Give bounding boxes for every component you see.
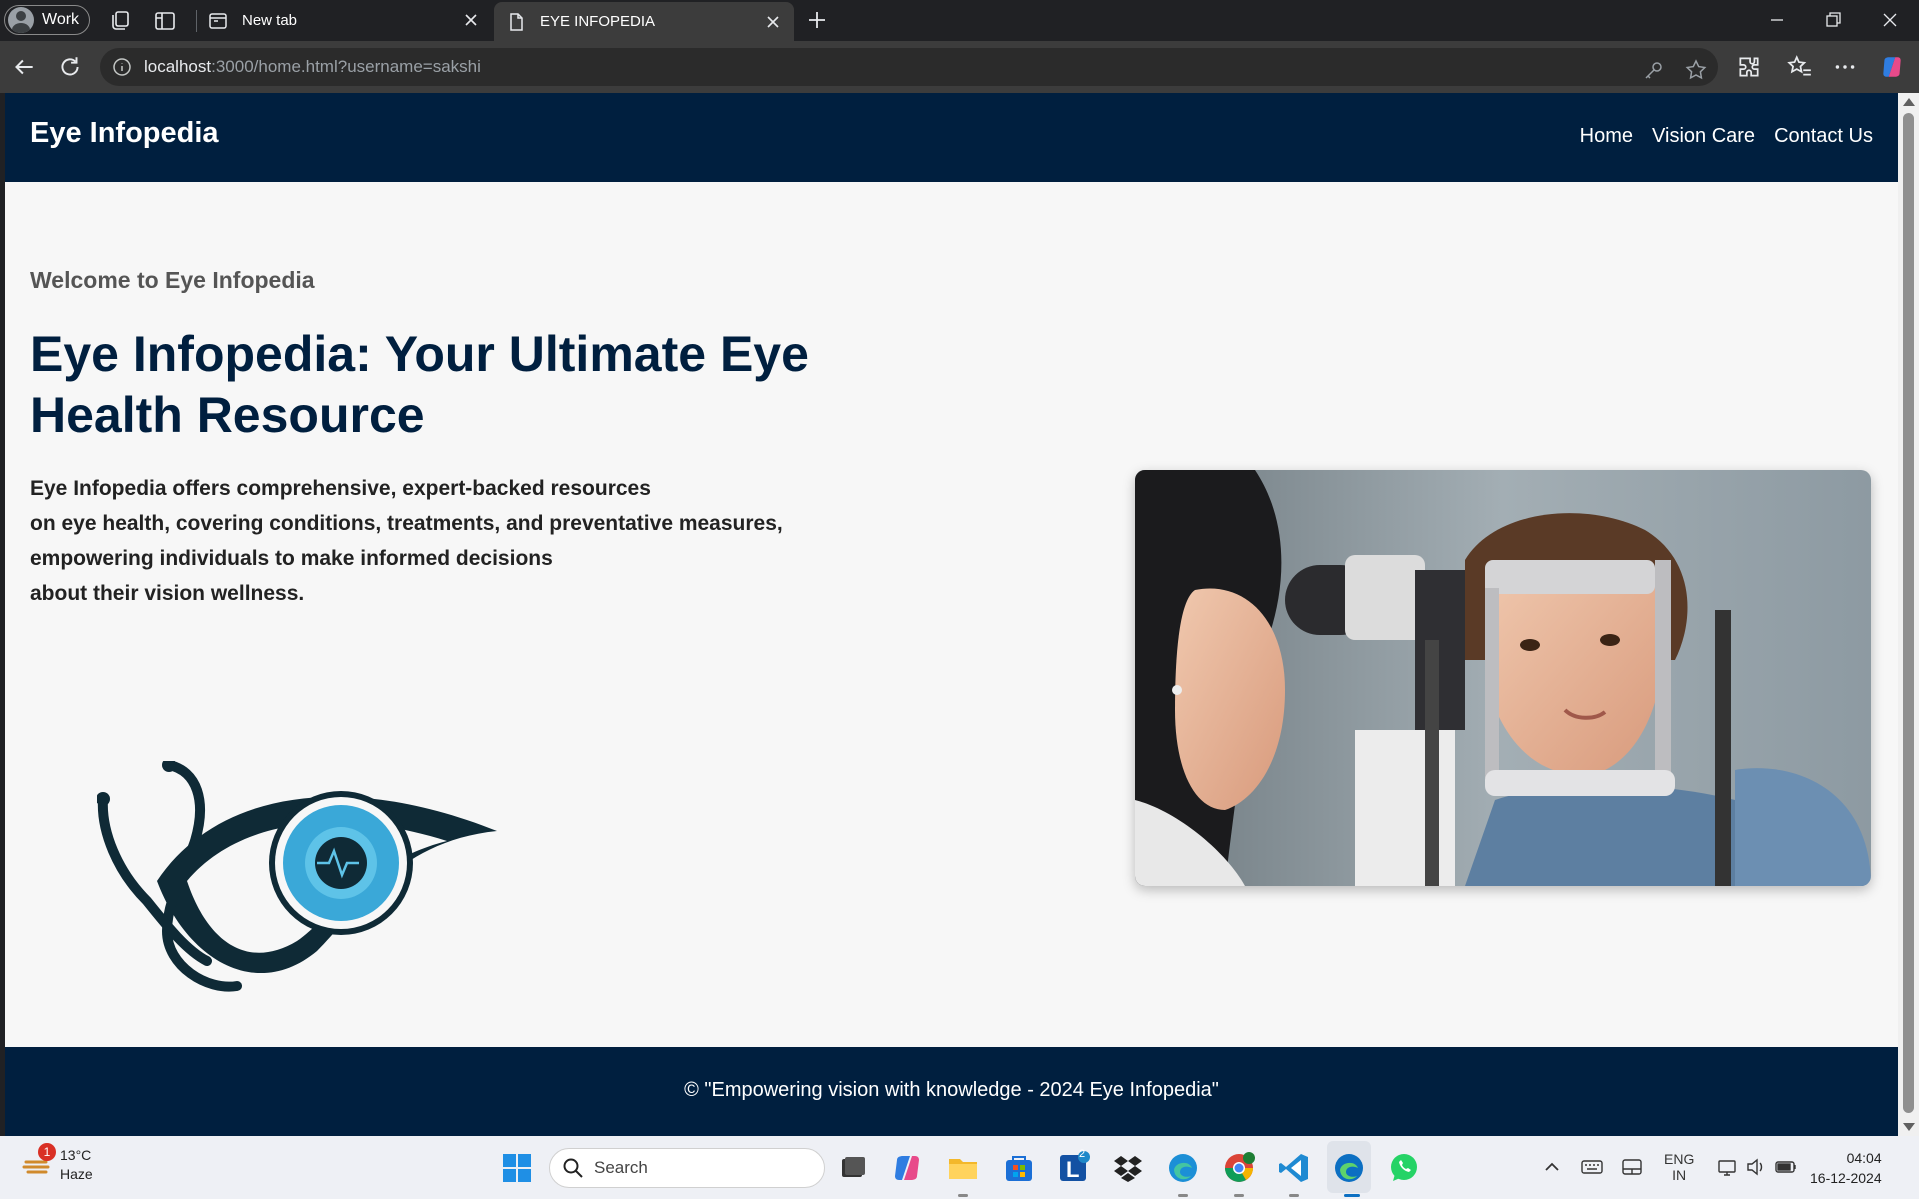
dropbox-icon[interactable] <box>1111 1151 1145 1185</box>
weather-desc: Haze <box>60 1166 93 1182</box>
edge-dev-icon[interactable] <box>1166 1151 1200 1185</box>
copilot-app-icon[interactable] <box>890 1151 924 1185</box>
intro-line: empowering individuals to make informed … <box>30 547 553 570</box>
whatsapp-icon[interactable] <box>1387 1151 1421 1185</box>
scroll-up-arrow-icon[interactable] <box>1903 98 1915 106</box>
battery-icon[interactable] <box>1774 1152 1798 1182</box>
copilot-icon[interactable] <box>1879 54 1905 80</box>
refresh-icon[interactable] <box>57 54 83 80</box>
welcome-heading: Welcome to Eye Infopedia <box>30 267 315 293</box>
l-app-icon[interactable]: L <box>1057 1151 1091 1185</box>
profile-label: Work <box>42 11 80 28</box>
url-text[interactable]: localhost:3000/home.html?username=sakshi <box>144 57 481 77</box>
page-viewport: Eye Infopedia Home Vision Care Contact U… <box>5 93 1898 1136</box>
active-indicator <box>1344 1194 1360 1197</box>
close-window-icon[interactable] <box>1878 8 1902 32</box>
site-nav: Home Vision Care Contact Us <box>1580 125 1873 148</box>
running-indicator <box>1234 1194 1244 1197</box>
taskbar-search[interactable]: Search <box>549 1148 825 1188</box>
minimize-icon[interactable] <box>1765 8 1789 32</box>
chrome-icon[interactable] <box>1222 1151 1256 1185</box>
running-indicator <box>1289 1194 1299 1197</box>
site-brand[interactable]: Eye Infopedia <box>30 117 219 150</box>
address-bar[interactable]: localhost:3000/home.html?username=sakshi <box>100 48 1718 86</box>
page-scrollbar[interactable] <box>1898 93 1919 1136</box>
new-tab-plus-icon[interactable] <box>805 8 829 32</box>
taskbar-clock[interactable]: 04:04 16-12-2024 <box>1810 1148 1882 1188</box>
site-info-icon[interactable] <box>112 57 132 77</box>
more-options-icon[interactable] <box>1832 54 1858 80</box>
running-indicator <box>958 1194 968 1197</box>
url-host: localhost <box>144 57 212 76</box>
back-arrow-icon[interactable] <box>11 54 37 80</box>
edge-browser-icon[interactable] <box>1332 1151 1366 1185</box>
task-view-icon[interactable] <box>836 1151 870 1185</box>
nav-contact-us-link[interactable]: Contact Us <box>1774 125 1873 148</box>
windows-taskbar: 1 13°C Haze Search L 2 ENG IN 04:04 16-1… <box>0 1136 1919 1199</box>
newtab-favicon-icon <box>209 12 227 29</box>
weather-text: 13°C Haze <box>60 1146 93 1184</box>
favorite-star-icon[interactable] <box>1684 58 1708 82</box>
intro-line: Eye Infopedia offers comprehensive, expe… <box>30 477 651 500</box>
tab-label: EYE INFOPEDIA <box>540 13 656 30</box>
tab-label: New tab <box>242 12 298 29</box>
file-explorer-icon[interactable] <box>946 1151 980 1185</box>
key-icon[interactable] <box>1642 58 1666 82</box>
search-label: Search <box>594 1158 648 1177</box>
network-icon[interactable] <box>1716 1152 1740 1182</box>
weather-temp: 13°C <box>60 1147 92 1163</box>
site-header: Eye Infopedia Home Vision Care Contact U… <box>5 93 1898 182</box>
scroll-down-arrow-icon[interactable] <box>1903 1123 1915 1131</box>
site-footer: © "Empowering vision with knowledge - 20… <box>5 1047 1898 1136</box>
restore-icon[interactable] <box>1821 8 1845 32</box>
search-icon <box>563 1158 583 1178</box>
nav-home-link[interactable]: Home <box>1580 125 1633 148</box>
region-code: IN <box>1672 1167 1687 1183</box>
weather-widget[interactable]: 1 13°C Haze <box>22 1143 93 1184</box>
profile-button[interactable]: Work <box>4 5 91 35</box>
browser-toolbar: localhost:3000/home.html?username=sakshi <box>0 41 1919 93</box>
nav-vision-care-link[interactable]: Vision Care <box>1652 125 1755 148</box>
eye-exam-photo <box>1135 470 1871 886</box>
vscode-icon[interactable] <box>1277 1151 1311 1185</box>
tab-eye-infopedia[interactable]: EYE INFOPEDIA <box>494 2 794 41</box>
tab-new-tab[interactable]: New tab <box>196 0 492 41</box>
windows-start-icon[interactable] <box>500 1151 534 1185</box>
favorites-list-icon[interactable] <box>1787 54 1813 80</box>
intro-paragraph: Eye Infopedia offers comprehensive, expe… <box>30 471 783 611</box>
scrollbar-thumb[interactable] <box>1903 113 1914 1113</box>
avatar <box>8 7 34 33</box>
url-path: :3000/home.html?username=sakshi <box>211 57 481 76</box>
svg-text:L: L <box>1066 1157 1079 1182</box>
language-code: ENG <box>1664 1151 1695 1167</box>
intro-line: on eye health, covering conditions, trea… <box>30 512 783 535</box>
microsoft-store-icon[interactable] <box>1002 1151 1036 1185</box>
clock-time: 04:04 <box>1846 1150 1882 1166</box>
extensions-icon[interactable] <box>1736 54 1762 80</box>
browser-titlebar: Work New tab EYE INFOPEDIA <box>0 0 1919 41</box>
language-indicator[interactable]: ENG IN <box>1664 1151 1695 1183</box>
workspaces-icon[interactable] <box>108 9 132 33</box>
clock-date: 16-12-2024 <box>1810 1170 1882 1186</box>
show-hidden-icons-chevron-up-icon[interactable] <box>1540 1152 1564 1182</box>
footer-copyright: © "Empowering vision with knowledge - 20… <box>684 1079 1219 1101</box>
running-indicator <box>1178 1194 1188 1197</box>
keyboard-icon[interactable] <box>1580 1152 1604 1182</box>
touchpad-icon[interactable] <box>1620 1152 1644 1182</box>
vertical-tabs-icon[interactable] <box>153 9 177 33</box>
volume-icon[interactable] <box>1744 1152 1768 1182</box>
store-badge-count: 2 <box>1079 1148 1086 1160</box>
page-title: Eye Infopedia: Your Ultimate Eye Health … <box>30 326 809 443</box>
close-tab-icon[interactable] <box>462 11 480 29</box>
page-favicon-icon <box>510 12 523 31</box>
intro-line: about their vision wellness. <box>30 582 305 605</box>
eye-stethoscope-logo <box>97 761 497 992</box>
weather-notification-badge: 1 <box>38 1143 56 1161</box>
close-tab-icon[interactable] <box>764 13 782 31</box>
